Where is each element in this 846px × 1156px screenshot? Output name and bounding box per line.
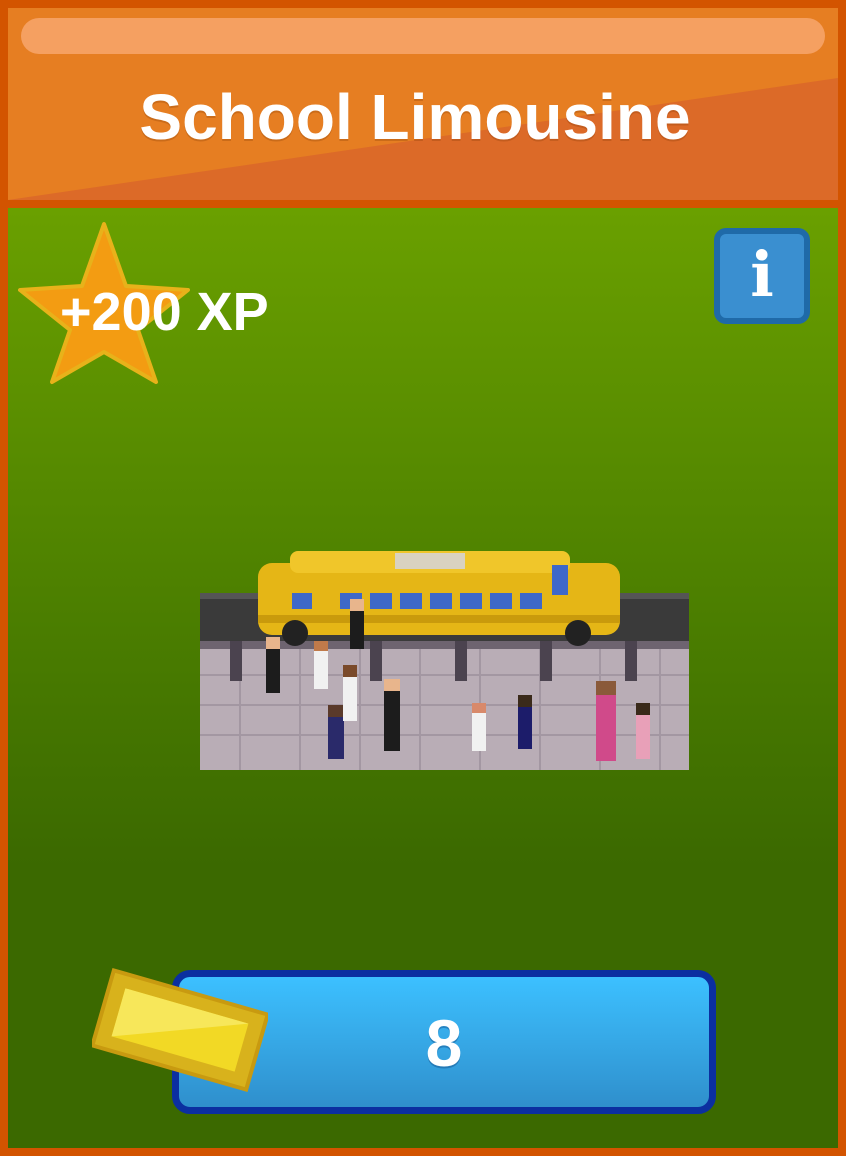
- item-card: School Limousine +200 XP i 8: [0, 0, 846, 1156]
- item-title: School Limousine: [139, 81, 691, 153]
- limousine-image: [200, 551, 689, 770]
- gold-ticket-icon: [92, 967, 268, 1093]
- info-button[interactable]: i: [714, 228, 810, 324]
- header-gloss: [21, 18, 825, 54]
- info-icon: i: [750, 238, 774, 311]
- xp-reward: +200 XP: [60, 282, 269, 342]
